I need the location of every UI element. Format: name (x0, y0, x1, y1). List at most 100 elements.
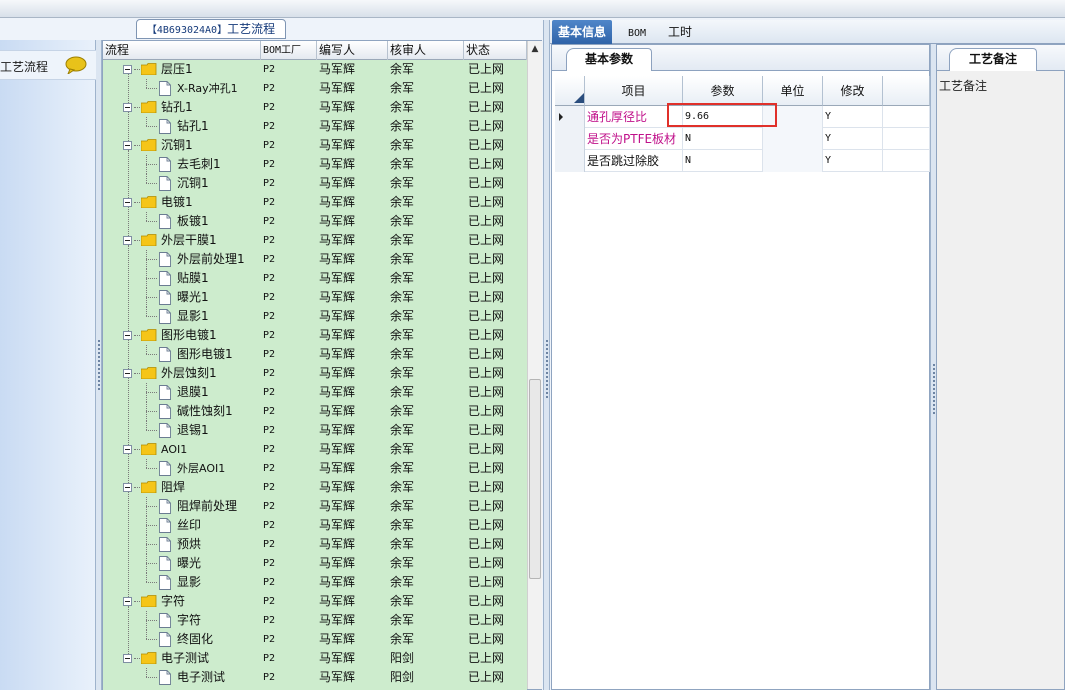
bom-factory-cell: P2 (263, 292, 276, 303)
reviewer-cell: 余军 (390, 575, 415, 589)
speech-bubble-icon (65, 56, 87, 74)
column-header-item[interactable]: 项目 (585, 76, 683, 106)
tree-node-label: 字符 (161, 594, 186, 608)
tree-node-label: 外层干膜1 (161, 233, 217, 247)
table-row[interactable]: 贴膜1 P2 马军辉 余军 已上网 (103, 269, 527, 288)
collapse-toggle-icon[interactable] (123, 331, 132, 340)
writer-cell: 马军辉 (319, 119, 356, 133)
tree-node-label: 外层前处理1 (177, 252, 245, 266)
tree-node-label: 碱性蚀刻1 (177, 404, 233, 418)
tree-node-label: 电子测试 (161, 651, 210, 665)
collapse-toggle-icon[interactable] (123, 65, 132, 74)
row-selector[interactable] (555, 150, 585, 172)
folder-icon (141, 139, 157, 151)
table-row[interactable]: 退锡1 P2 马军辉 余军 已上网 (103, 421, 527, 440)
table-row[interactable]: 外层前处理1 P2 马军辉 余军 已上网 (103, 250, 527, 269)
table-row[interactable]: 层压1 P2 马军辉 余军 已上网 (103, 60, 527, 79)
column-header-bom-factory[interactable]: BOM工厂 (261, 41, 317, 60)
param-row[interactable]: 是否为PTFE板材 N Y (555, 128, 930, 150)
scroll-thumb[interactable] (529, 379, 541, 579)
table-row[interactable]: 曝光 P2 马军辉 余军 已上网 (103, 554, 527, 573)
table-row[interactable]: 去毛刺1 P2 马军辉 余军 已上网 (103, 155, 527, 174)
table-row[interactable]: 丝印 P2 马军辉 余军 已上网 (103, 516, 527, 535)
table-row[interactable]: 阻焊 P2 马军辉 余军 已上网 (103, 478, 527, 497)
tab-basic-info[interactable]: 基本信息 (552, 20, 613, 44)
nav-item-label: 工艺流程 (0, 60, 49, 74)
column-header-flow[interactable]: 流程 (103, 41, 261, 60)
table-row[interactable]: 电子测试 P2 马军辉 阳剑 已上网 (103, 649, 527, 668)
table-row[interactable]: 图形电镀1 P2 马军辉 余军 已上网 (103, 345, 527, 364)
table-row[interactable]: 外层干膜1 P2 马军辉 余军 已上网 (103, 231, 527, 250)
collapse-toggle-icon[interactable] (123, 445, 132, 454)
collapse-toggle-icon[interactable] (123, 483, 132, 492)
collapse-toggle-icon[interactable] (123, 597, 132, 606)
table-row[interactable]: AOI1 P2 马军辉 余军 已上网 (103, 440, 527, 459)
reviewer-cell: 余军 (390, 271, 415, 285)
reviewer-cell: 阳剑 (390, 670, 415, 684)
table-row[interactable]: 外层蚀刻1 P2 马军辉 余军 已上网 (103, 364, 527, 383)
param-row[interactable]: 是否跳过除胶 N Y (555, 150, 930, 172)
bom-factory-cell: P2 (263, 653, 276, 664)
middle-splitter[interactable] (543, 20, 550, 690)
tab-basic-params[interactable]: 基本参数 (566, 48, 652, 71)
param-value-cell[interactable]: N (683, 150, 763, 172)
table-row[interactable]: 预烘 P2 马军辉 余军 已上网 (103, 535, 527, 554)
tab-process-remarks[interactable]: 工艺备注 (949, 48, 1037, 71)
table-row[interactable]: 阻焊前处理 P2 马军辉 余军 已上网 (103, 497, 527, 516)
collapse-toggle-icon[interactable] (123, 369, 132, 378)
table-row[interactable]: 显影 P2 马军辉 余军 已上网 (103, 573, 527, 592)
column-header-writer[interactable]: 编写人 (317, 41, 388, 60)
table-row[interactable]: 电镀1 P2 马军辉 余军 已上网 (103, 193, 527, 212)
param-value-cell[interactable]: N (683, 128, 763, 150)
collapse-toggle-icon[interactable] (123, 198, 132, 207)
bom-factory-cell: P2 (263, 64, 276, 75)
collapse-toggle-icon[interactable] (123, 103, 132, 112)
tree-node-label: 显影 (177, 575, 202, 589)
table-row[interactable]: 终固化 P2 马军辉 余军 已上网 (103, 630, 527, 649)
table-row[interactable]: 钻孔1 P2 马军辉 余军 已上网 (103, 117, 527, 136)
table-row[interactable]: X-Ray冲孔1 P2 马军辉 余军 已上网 (103, 79, 527, 98)
column-header-status[interactable]: 状态 (464, 41, 527, 60)
reviewer-cell: 余军 (390, 461, 415, 475)
column-header-value[interactable]: 参数 (683, 76, 763, 106)
writer-cell: 马军辉 (319, 632, 356, 646)
scroll-up-arrow-icon[interactable]: ▲ (529, 43, 541, 55)
table-row[interactable]: 沉铜1 P2 马军辉 余军 已上网 (103, 136, 527, 155)
bom-factory-cell: P2 (263, 140, 276, 151)
tree-node-label: 退膜1 (177, 385, 209, 399)
nav-item-process-flow[interactable]: 工艺流程 (0, 50, 96, 80)
table-row[interactable]: 退膜1 P2 马军辉 余军 已上网 (103, 383, 527, 402)
tab-bom[interactable]: BOM (622, 20, 652, 44)
column-header-reviewer[interactable]: 核审人 (388, 41, 464, 60)
table-row[interactable]: 显影1 P2 马军辉 余军 已上网 (103, 307, 527, 326)
collapse-toggle-icon[interactable] (123, 141, 132, 150)
collapse-toggle-icon[interactable] (123, 654, 132, 663)
column-header-modify[interactable]: 修改 (823, 76, 883, 106)
row-selector[interactable] (555, 106, 585, 128)
tree-node-label: X-Ray冲孔1 (177, 82, 238, 95)
tree-node-label: 外层AOI1 (177, 462, 226, 475)
table-row[interactable]: 钻孔1 P2 马军辉 余军 已上网 (103, 98, 527, 117)
bom-factory-cell: P2 (263, 83, 276, 94)
document-icon (159, 575, 171, 590)
table-row[interactable]: 碱性蚀刻1 P2 马军辉 余军 已上网 (103, 402, 527, 421)
table-row[interactable]: 字符 P2 马军辉 余军 已上网 (103, 611, 527, 630)
table-row[interactable]: 板镀1 P2 马军辉 余军 已上网 (103, 212, 527, 231)
table-row[interactable]: 外层AOI1 P2 马军辉 余军 已上网 (103, 459, 527, 478)
collapse-toggle-icon[interactable] (123, 236, 132, 245)
table-row[interactable]: 电子测试 P2 马军辉 阳剑 已上网 (103, 668, 527, 687)
params-corner[interactable] (555, 76, 585, 106)
table-row[interactable]: 曝光1 P2 马军辉 余军 已上网 (103, 288, 527, 307)
product-code: 【4B693024A0】 (146, 25, 228, 36)
writer-cell: 马军辉 (319, 271, 356, 285)
row-selector[interactable] (555, 128, 585, 150)
writer-cell: 马军辉 (319, 81, 356, 95)
table-row[interactable]: 字符 P2 马军辉 余军 已上网 (103, 592, 527, 611)
table-row[interactable]: 图形电镀1 P2 马军辉 余军 已上网 (103, 326, 527, 345)
table-row[interactable]: 沉铜1 P2 马军辉 余军 已上网 (103, 174, 527, 193)
tab-work-hours[interactable]: 工时 (662, 20, 698, 44)
column-header-unit[interactable]: 单位 (763, 76, 823, 106)
status-cell: 已上网 (468, 594, 505, 608)
writer-cell: 马军辉 (319, 252, 356, 266)
vertical-scrollbar[interactable]: ▲ (527, 41, 542, 689)
